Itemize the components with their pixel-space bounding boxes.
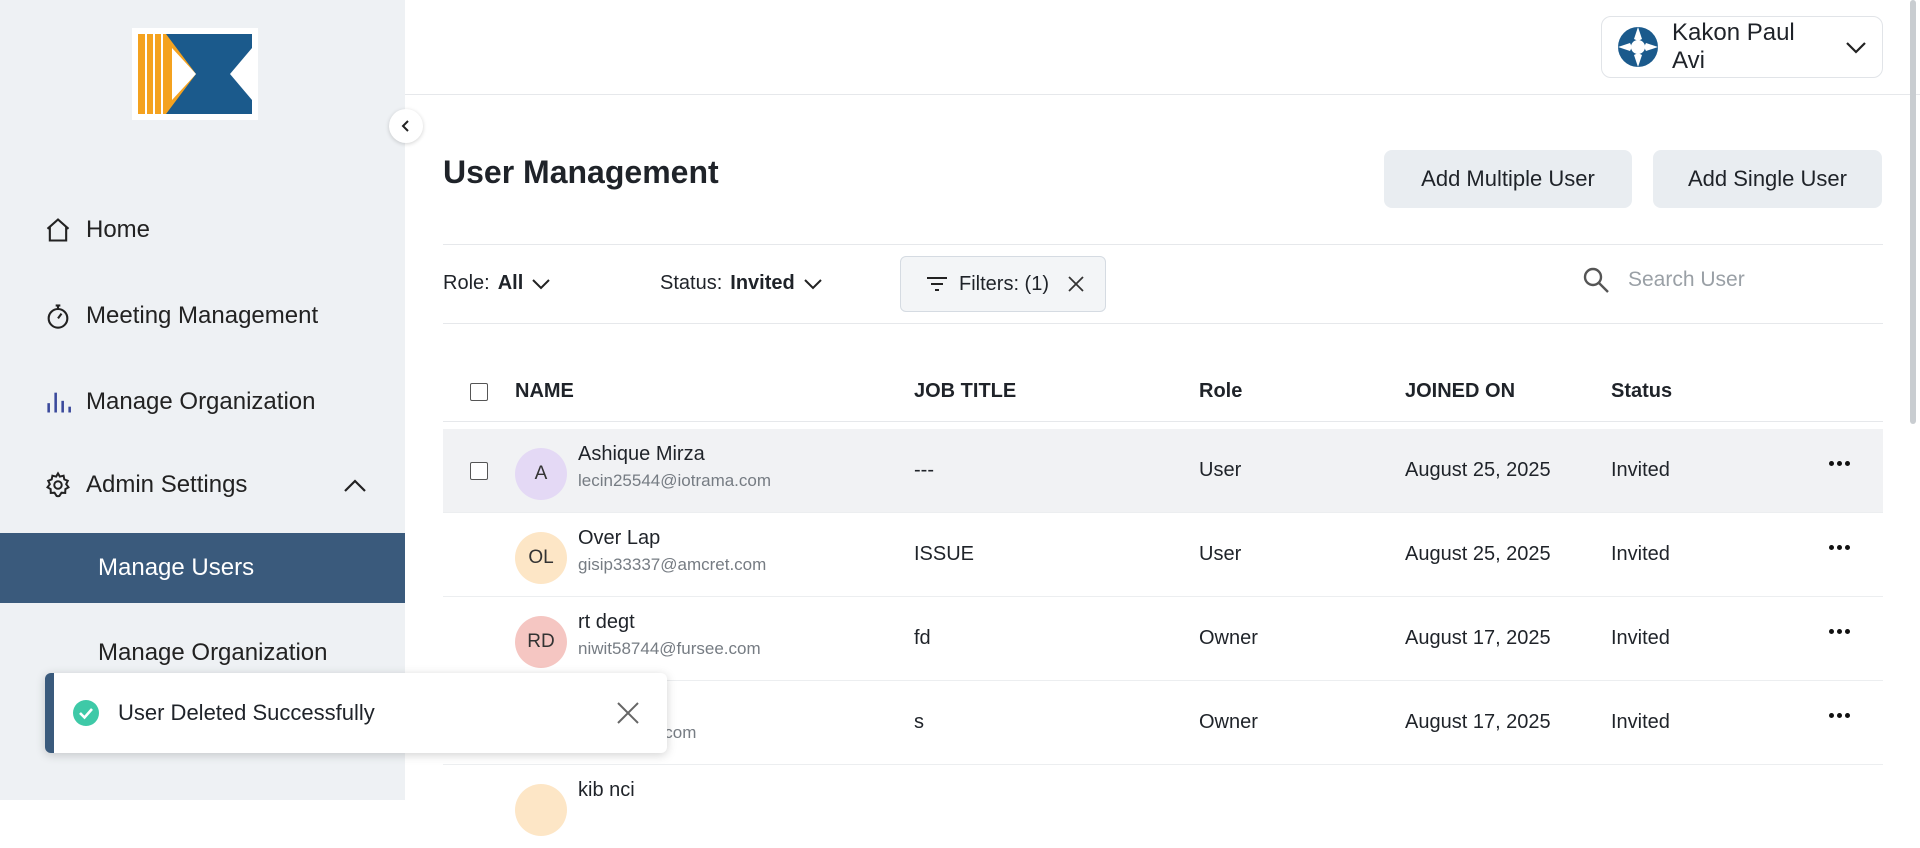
chevron-left-icon [401,120,409,132]
nav-admin-settings-label: Admin Settings [86,471,248,498]
job-title-cell: fd [914,627,931,649]
toast-notification: User Deleted Successfully [45,673,667,753]
role-cell: Owner [1199,711,1258,733]
chevron-down-icon [1846,42,1866,54]
nav-meeting-management-label: Meeting Management [86,302,319,329]
chevron-down-icon [532,278,550,289]
job-title-cell: --- [914,459,934,481]
table-row[interactable]: OL Over Lap gisip33337@amcret.com ISSUE … [443,513,1883,597]
user-name-cell: Over Lap [578,527,661,549]
status-filter-label: Status: [660,272,723,294]
job-title-cell: ISSUE [914,543,975,565]
page-title: User Management [443,154,719,190]
table-row[interactable]: RD rt degt niwit58744@fursee.com fd Owne… [443,597,1883,681]
avatar [515,784,567,836]
nav-meeting-management[interactable]: Meeting Management [44,302,318,330]
close-icon[interactable] [615,700,641,726]
divider [443,421,1883,422]
row-checkbox[interactable] [470,462,488,480]
user-email-cell: gisip33337@amcret.com [578,555,767,574]
avatar: RD [515,616,567,668]
role-filter-value: All [497,272,524,294]
column-header-status[interactable]: Status [1611,380,1672,403]
avatar [1618,27,1658,67]
status-filter[interactable]: Status: Invited [660,272,823,295]
role-filter[interactable]: Role: All [443,272,551,295]
role-cell: User [1199,459,1242,481]
nav-admin-settings[interactable]: Admin Settings [44,471,247,499]
stopwatch-icon [47,304,69,329]
joined-on-cell: August 17, 2025 [1405,711,1551,733]
sidebar-item-manage-users[interactable]: Manage Users [0,533,405,603]
nav-home[interactable]: Home [44,216,150,244]
role-cell: User [1199,543,1242,565]
bar-chart-icon [47,392,71,413]
add-single-user-button[interactable]: Add Single User [1653,150,1882,208]
user-email-cell: niwit58744@fursee.com [578,639,761,658]
check-circle-icon [73,700,99,726]
joined-on-cell: August 17, 2025 [1405,627,1551,649]
sidebar-collapse-button[interactable] [389,109,423,143]
job-title-cell: s [914,711,924,733]
gear-icon [46,471,70,498]
user-email-cell: lecin25544@iotrama.com [578,471,772,490]
scrollbar-thumb[interactable] [1910,0,1916,424]
user-name: Kakon Paul Avi [1672,19,1795,74]
divider [443,244,1883,245]
search-box[interactable] [1582,266,1830,294]
filters-chip-label: Filters: (1) [959,272,1049,295]
home-icon [46,218,70,242]
close-icon[interactable] [1067,275,1085,293]
table-row[interactable]: kib nci [443,765,1883,848]
joined-on-cell: August 25, 2025 [1405,543,1551,565]
table-row[interactable]: A Ashique Mirza lecin25544@iotrama.com -… [443,429,1883,513]
status-cell: Invited [1611,711,1670,733]
column-header-role[interactable]: Role [1199,380,1242,403]
search-icon [1583,267,1609,293]
avatar: A [515,448,567,500]
company-logo[interactable] [132,28,258,120]
column-header-joined-on[interactable]: JOINED ON [1405,380,1515,403]
more-actions-icon[interactable] [1829,629,1850,634]
more-actions-icon[interactable] [1829,545,1850,550]
sidebar-item-manage-users-label: Manage Users [98,554,255,581]
status-filter-value: Invited [730,272,795,294]
select-all-checkbox[interactable] [470,383,488,401]
more-actions-icon[interactable] [1829,713,1850,718]
user-name-cell: rt degt [578,611,635,633]
nav-manage-organization[interactable]: Manage Organization [44,388,315,416]
user-name-cell: Ashique Mirza [578,443,705,465]
role-filter-label: Role: [443,272,490,294]
filter-lines-icon [927,277,947,291]
more-actions-icon[interactable] [1829,461,1850,466]
chevron-up-icon[interactable] [341,474,369,498]
avatar: OL [515,532,567,584]
sidebar-item-manage-organization[interactable]: Manage Organization [98,639,327,667]
toast-message: User Deleted Successfully [118,700,375,725]
search-input[interactable] [1626,267,1830,293]
column-header-job-title[interactable]: JOB TITLE [914,380,1016,403]
column-header-name[interactable]: NAME [515,380,574,403]
chevron-down-icon [804,278,822,289]
joined-on-cell: August 25, 2025 [1405,459,1551,481]
status-cell: Invited [1611,627,1670,649]
status-cell: Invited [1611,459,1670,481]
nav-manage-organization-label: Manage Organization [86,388,316,415]
filters-chip[interactable]: Filters: (1) [900,256,1106,312]
user-name-cell: kib nci [578,779,635,801]
add-multiple-user-button[interactable]: Add Multiple User [1384,150,1632,208]
divider [443,323,1883,324]
nav-home-label: Home [86,216,151,243]
status-cell: Invited [1611,543,1670,565]
user-menu[interactable]: Kakon Paul Avi [1601,16,1883,78]
role-cell: Owner [1199,627,1258,649]
